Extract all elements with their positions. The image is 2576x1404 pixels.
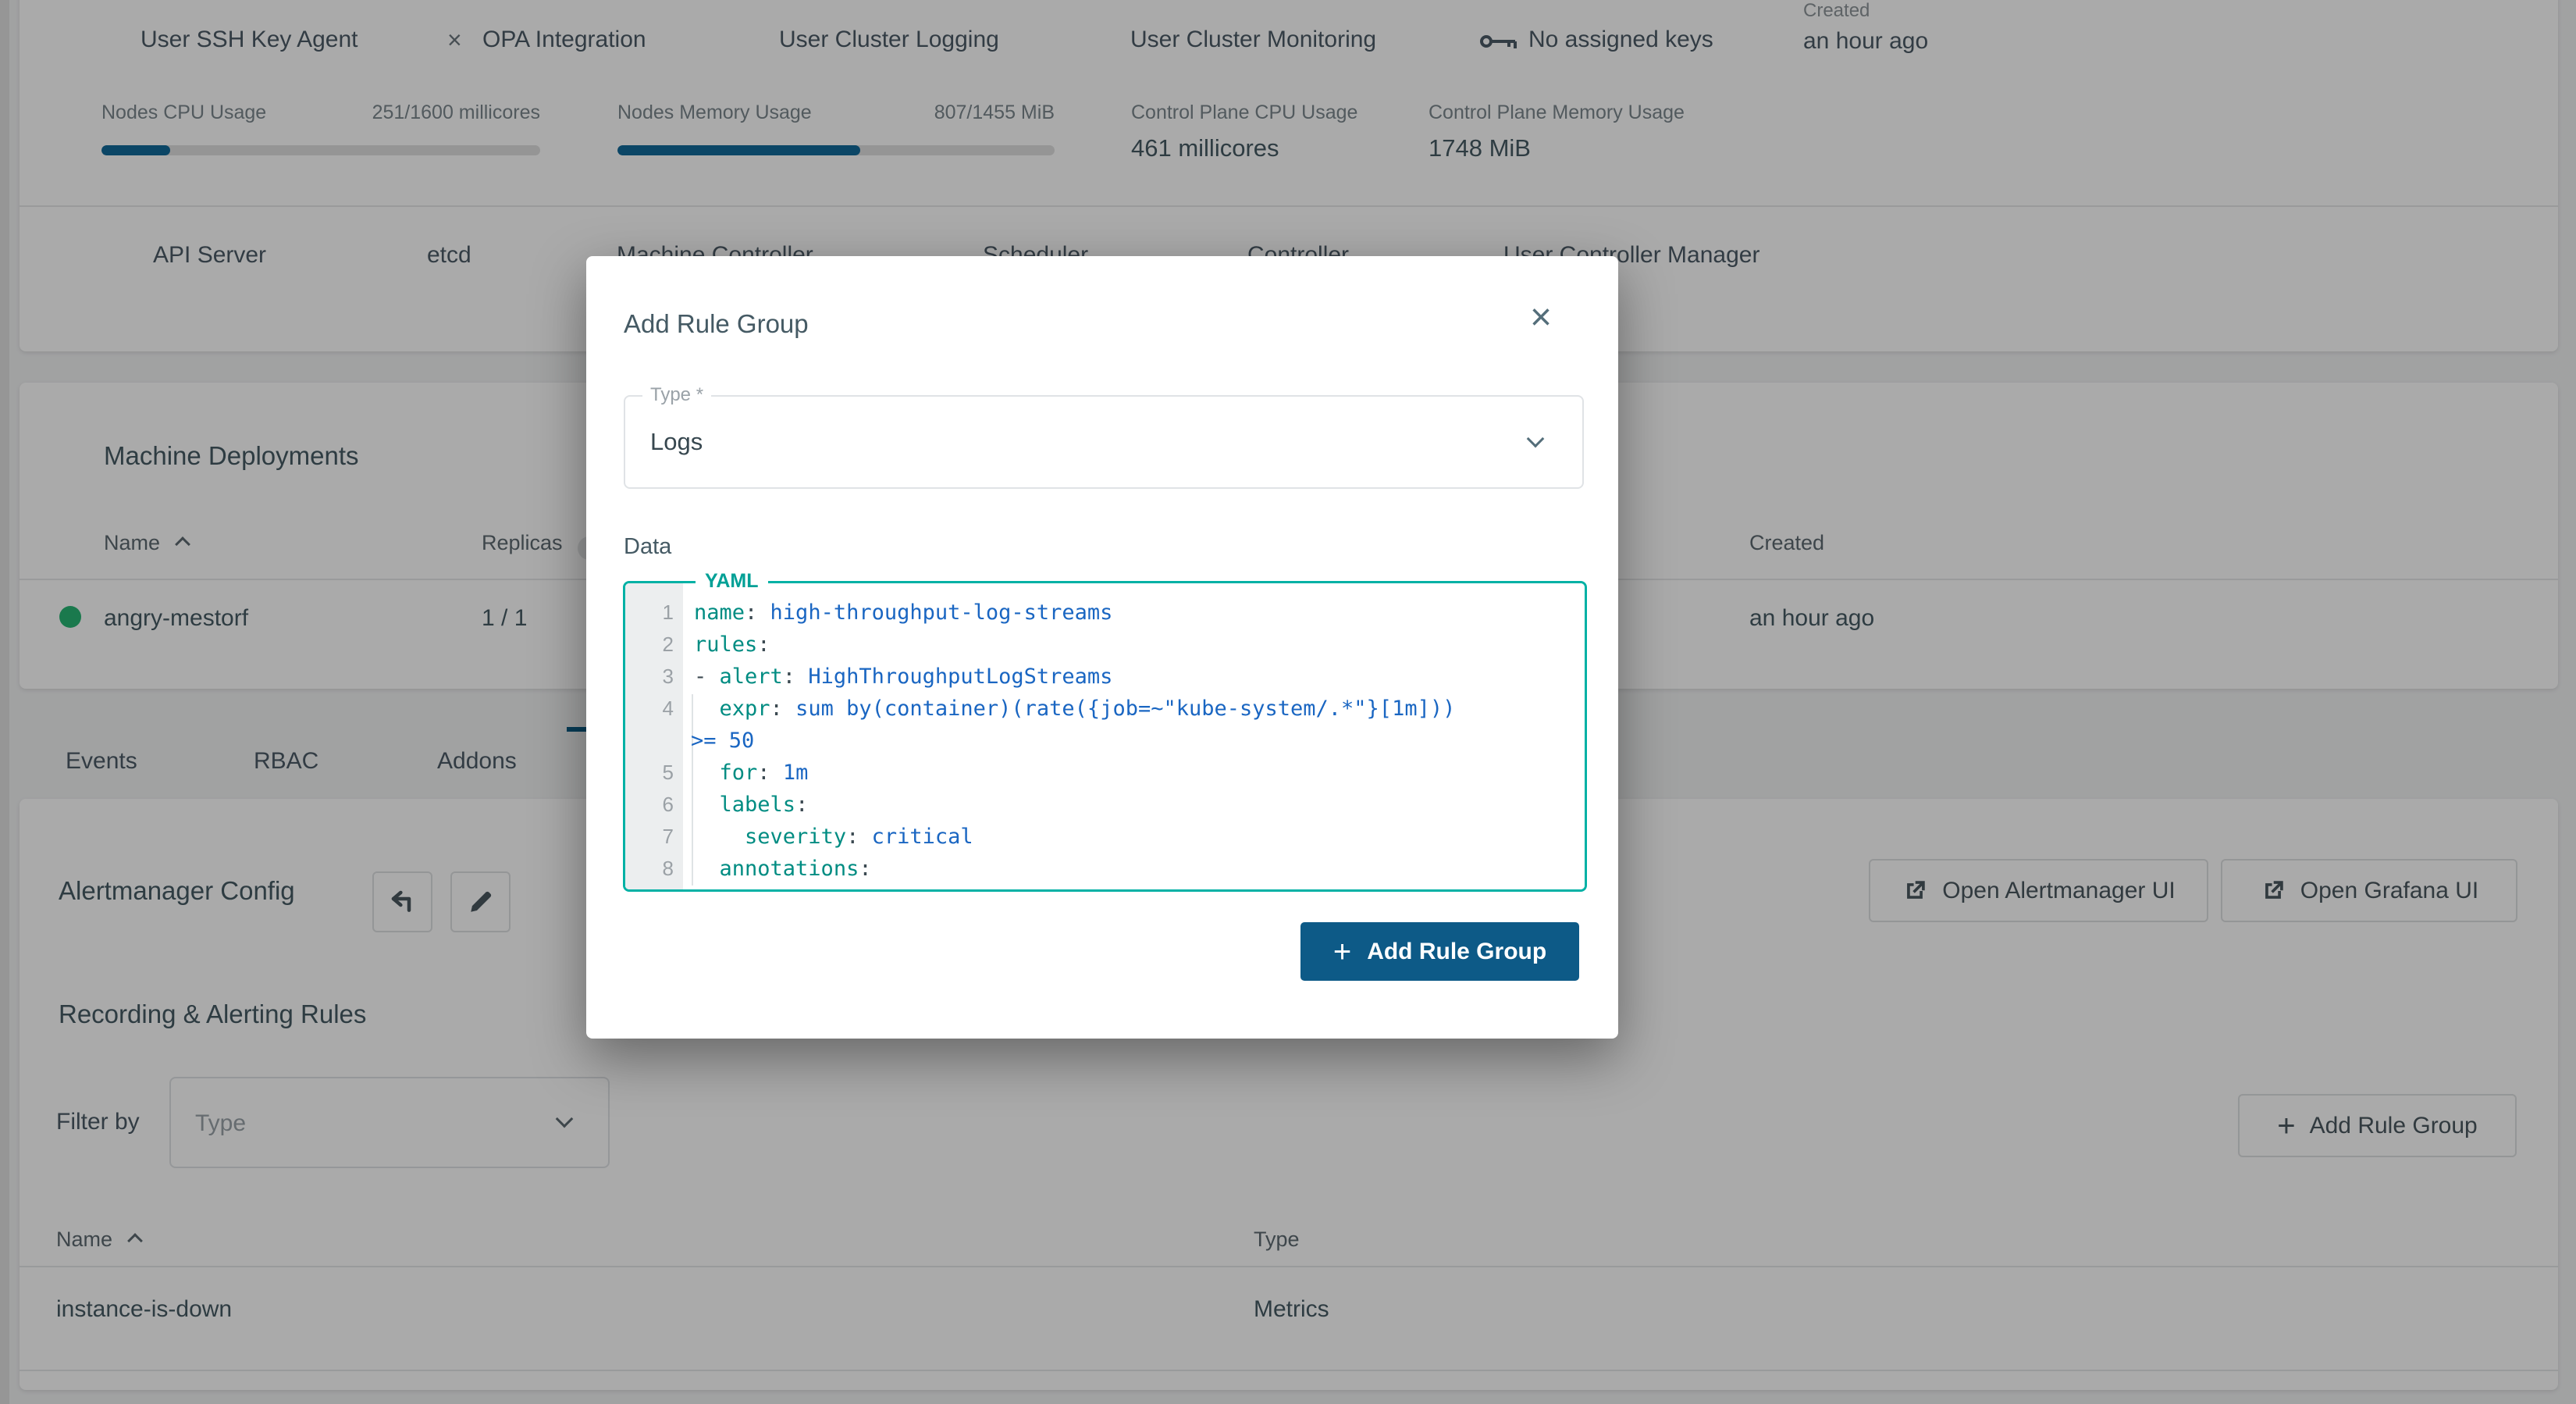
code-key: name bbox=[694, 600, 745, 625]
code-punct: : bbox=[783, 665, 809, 689]
code-punct: : bbox=[795, 793, 808, 817]
code-punct bbox=[694, 697, 720, 721]
dialog-add-rule-group-label: Add Rule Group bbox=[1367, 939, 1546, 965]
line-number: 5 bbox=[625, 757, 674, 789]
code-key: alert bbox=[720, 665, 783, 689]
dialog-title: Add Rule Group bbox=[624, 309, 809, 339]
line-number: 4 bbox=[625, 693, 674, 725]
code-key: for bbox=[720, 761, 758, 785]
code-value: >= 50 bbox=[691, 729, 754, 753]
chevron-down-icon bbox=[1527, 430, 1545, 448]
code-value: 1m bbox=[783, 761, 809, 785]
code-value: critical bbox=[872, 825, 973, 849]
code-line: 8 annotations: bbox=[625, 853, 1585, 885]
line-number: 8 bbox=[625, 853, 674, 885]
yaml-code-editor[interactable]: 1 name: high-throughput-log-streams 2 rule… bbox=[623, 581, 1587, 892]
line-number: 2 bbox=[625, 629, 674, 661]
code-line: 4 expr: sum by(container)(rate({job=~"ku… bbox=[625, 693, 1585, 725]
add-rule-group-dialog: Add Rule Group × Type * Logs Data 1 name:… bbox=[586, 256, 1618, 1039]
code-punct bbox=[694, 825, 745, 849]
code-line-wrap: >= 50 bbox=[625, 725, 1585, 757]
code-line: 7 severity: critical bbox=[625, 821, 1585, 853]
code-punct bbox=[694, 761, 720, 785]
line-number: 6 bbox=[625, 789, 674, 821]
code-punct: : bbox=[770, 697, 796, 721]
code-line: 3- alert: HighThroughputLogStreams bbox=[625, 661, 1585, 693]
close-icon[interactable]: × bbox=[1519, 297, 1563, 340]
code-key: annotations bbox=[720, 857, 859, 881]
code-line: 6 labels: bbox=[625, 789, 1585, 821]
code-punct: - bbox=[694, 665, 720, 689]
yaml-editor-area: 1 name: high-throughput-log-streams 2 rule… bbox=[625, 583, 1585, 889]
rule-type-select-label: Type * bbox=[642, 384, 711, 406]
line-number: 7 bbox=[625, 821, 674, 853]
code-punct: : bbox=[745, 600, 770, 625]
code-line: 1 name: high-throughput-log-streams bbox=[625, 597, 1585, 629]
line-number: 1 bbox=[625, 597, 674, 629]
cluster-detail-page: User SSH Key Agent × OPA Integration Use… bbox=[0, 0, 2576, 1404]
yaml-code: 1 name: high-throughput-log-streams 2 rule… bbox=[625, 597, 1585, 885]
code-key: expr bbox=[720, 697, 770, 721]
code-value: HighThroughputLogStreams bbox=[808, 665, 1112, 689]
code-punct: : bbox=[757, 761, 783, 785]
code-value: sum by(container)(rate({job=~"kube-syste… bbox=[795, 697, 1455, 721]
code-punct: : bbox=[859, 857, 871, 881]
code-key: severity bbox=[745, 825, 846, 849]
code-value: high-throughput-log-streams bbox=[770, 600, 1113, 625]
code-key: rules bbox=[694, 633, 757, 657]
data-section-label: Data bbox=[624, 534, 671, 560]
code-line: 2 rules: bbox=[625, 629, 1585, 661]
rule-type-select-value: Logs bbox=[650, 428, 703, 456]
code-punct: : bbox=[846, 825, 872, 849]
code-key: labels bbox=[720, 793, 796, 817]
dialog-add-rule-group-button[interactable]: + Add Rule Group bbox=[1300, 922, 1579, 981]
editor-language-legend: YAML bbox=[696, 570, 768, 593]
line-number: 3 bbox=[625, 661, 674, 693]
code-punct: : bbox=[757, 633, 770, 657]
code-punct bbox=[694, 857, 720, 881]
code-line: 5 for: 1m bbox=[625, 757, 1585, 789]
code-punct bbox=[694, 793, 720, 817]
rule-type-select[interactable]: Type * Logs bbox=[624, 395, 1584, 489]
plus-icon: + bbox=[1333, 936, 1351, 967]
